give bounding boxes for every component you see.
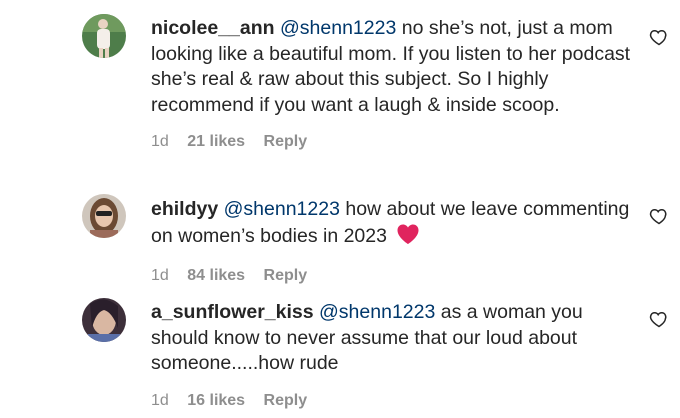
avatar[interactable] [82, 14, 126, 58]
comment-likes[interactable]: 16 likes [187, 392, 245, 409]
comment-age: 1d [151, 391, 169, 409]
comment-likes[interactable]: 21 likes [187, 133, 245, 150]
avatar[interactable] [82, 298, 126, 342]
comment-text: nicolee__ann @shenn1223 no she’s not, ju… [151, 16, 631, 118]
comment-text: a_sunflower_kiss @shenn1223 as a woman y… [151, 300, 631, 377]
comment-meta: 1d 21 likes Reply [151, 132, 631, 152]
comment-likes[interactable]: 84 likes [187, 267, 245, 284]
comment-username[interactable]: a_sunflower_kiss [151, 301, 314, 323]
heart-outline-icon[interactable] [649, 309, 669, 329]
reply-button[interactable]: Reply [264, 133, 308, 150]
comment-username[interactable]: ehildyy [151, 198, 218, 220]
heart-outline-icon[interactable] [649, 27, 669, 47]
reply-button[interactable]: Reply [264, 267, 308, 284]
comment-mention[interactable]: @shenn1223 [280, 17, 396, 39]
comment-age: 1d [151, 267, 169, 284]
comment-username[interactable]: nicolee__ann [151, 17, 275, 39]
comment-mention[interactable]: @shenn1223 [224, 198, 340, 220]
comment-age: 1d [151, 133, 169, 150]
heart-outline-icon[interactable] [649, 206, 669, 226]
comment-meta: 1d 16 likes Reply [151, 391, 631, 411]
reply-button[interactable]: Reply [264, 392, 308, 409]
comment-text: ehildyy @shenn1223 how about we leave co… [151, 197, 631, 252]
avatar[interactable] [82, 194, 126, 238]
red-heart-emoji-icon [396, 223, 420, 253]
comment-mention[interactable]: @shenn1223 [319, 301, 435, 323]
comment-meta: 1d 84 likes Reply [151, 266, 631, 286]
